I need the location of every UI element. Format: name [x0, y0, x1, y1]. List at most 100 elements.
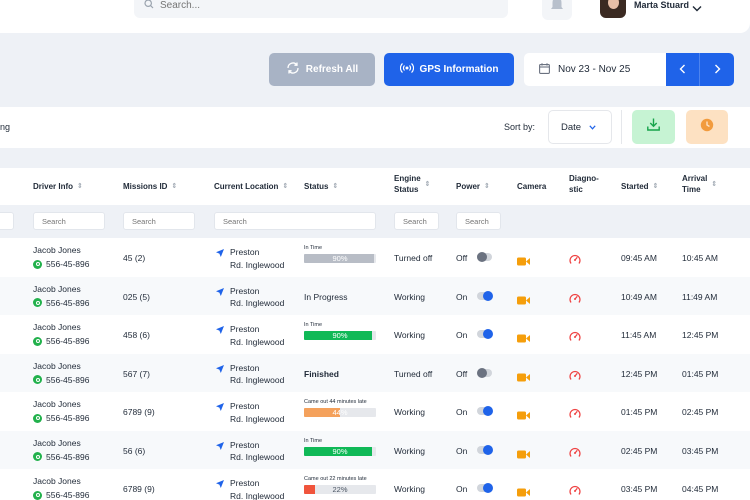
speedometer-icon[interactable]	[569, 291, 581, 309]
location-line-1: Preston	[230, 285, 260, 296]
video-camera-icon[interactable]	[517, 369, 530, 387]
table-row[interactable]: Jacob Jones 556-45-896 6789 (9) Preston Rd. …	[0, 392, 750, 431]
speedometer-icon[interactable]	[569, 252, 581, 270]
video-camera-icon[interactable]	[517, 292, 530, 310]
history-button[interactable]	[686, 110, 728, 144]
mission-id[interactable]: 458 (6)	[123, 330, 150, 340]
mission-id[interactable]: 56 (6)	[123, 446, 145, 456]
video-camera-icon[interactable]	[517, 484, 530, 500]
column-header-power[interactable]: Power ⇕	[456, 181, 490, 192]
date-range-picker[interactable]: Nov 23 - Nov 25	[524, 53, 666, 86]
refresh-all-label: Refresh All	[305, 64, 359, 75]
filter-input-leading[interactable]	[0, 212, 14, 230]
filter-input-power[interactable]	[456, 212, 501, 230]
filter-input-location[interactable]	[214, 212, 376, 230]
speedometer-icon[interactable]	[569, 329, 581, 347]
gps-information-button[interactable]: GPS Information	[384, 53, 514, 86]
calendar-icon	[539, 62, 550, 77]
avatar[interactable]	[600, 0, 626, 18]
power-toggle[interactable]	[477, 444, 493, 455]
next-range-button[interactable]	[700, 53, 734, 86]
column-header-location[interactable]: Current Location ⇕	[214, 181, 288, 192]
column-header-arrival[interactable]: Arrival Time ⇕	[682, 173, 717, 195]
location-line-1: Preston	[230, 439, 260, 450]
filter-input-missions[interactable]	[123, 212, 195, 230]
power-toggle[interactable]	[477, 329, 493, 339]
power-toggle[interactable]	[477, 252, 492, 262]
power-toggle[interactable]	[477, 367, 492, 378]
top-bar: Marta Stuard	[0, 0, 750, 33]
filter-input-engine[interactable]	[394, 212, 439, 230]
search-box[interactable]	[134, 0, 508, 18]
mission-id[interactable]: 6789 (9)	[123, 484, 155, 494]
broadcast-icon	[399, 63, 414, 76]
video-camera-icon[interactable]	[517, 446, 530, 464]
current-location[interactable]: Preston Rd. Inglewood	[216, 362, 284, 387]
driver-phone[interactable]: 556-45-896	[33, 490, 89, 500]
location-line-2: Rd. Inglewood	[230, 413, 285, 424]
sort-icon: ⇕	[171, 183, 178, 190]
power-toggle[interactable]	[477, 290, 493, 301]
power-label: On	[456, 291, 468, 302]
driver-phone[interactable]: 556-45-896	[33, 375, 89, 385]
whatsapp-icon	[33, 259, 42, 269]
current-location[interactable]: Preston Rd. Inglewood	[216, 285, 284, 310]
location-line-2: Rd. Inglewood	[230, 375, 285, 385]
driver-phone[interactable]: 556-45-896	[33, 336, 89, 346]
current-location[interactable]: Preston Rd. Inglewood	[216, 400, 284, 425]
user-name[interactable]: Marta Stuard	[634, 0, 689, 10]
refresh-all-button[interactable]: Refresh All	[269, 53, 375, 86]
column-header-driver[interactable]: Driver Info ⇕	[33, 181, 83, 192]
driver-phone[interactable]: 556-45-896	[33, 259, 89, 269]
mission-id[interactable]: 567 (7)	[123, 369, 150, 379]
table-row[interactable]: Jacob Jones 556-45-896 6789 (9) Preston Rd. …	[0, 469, 750, 500]
arrival-time: 03:45 PM	[682, 445, 719, 456]
progress-label: 22%	[332, 485, 348, 494]
table-row[interactable]: Jacob Jones 556-45-896 56 (6) Preston Rd. In…	[0, 430, 750, 469]
status-text: In Progress	[304, 291, 348, 302]
current-location[interactable]: Preston Rd. Inglewood	[216, 439, 284, 464]
download-button[interactable]	[632, 110, 675, 144]
search-input[interactable]	[160, 0, 460, 11]
phone-number: 556-45-896	[46, 374, 90, 385]
speedometer-icon[interactable]	[569, 368, 581, 386]
video-camera-icon[interactable]	[517, 253, 530, 271]
current-location[interactable]: Preston Rd. Inglewood	[216, 477, 284, 500]
table-row[interactable]: Jacob Jones 556-45-896 567 (7) Preston Rd. I…	[0, 353, 750, 392]
speedometer-icon[interactable]	[569, 445, 581, 463]
speedometer-icon[interactable]	[569, 483, 581, 500]
table-row[interactable]: Jacob Jones 556-45-896 025 (5) Preston Rd. I…	[0, 276, 750, 315]
video-camera-icon[interactable]	[517, 407, 530, 425]
power-toggle[interactable]	[477, 406, 493, 416]
power-label: On	[456, 407, 468, 417]
column-header-engine-status[interactable]: Engine Status ⇕	[394, 173, 431, 195]
chevron-down-icon[interactable]	[692, 0, 702, 18]
driver-phone[interactable]: 556-45-896	[33, 452, 89, 462]
power-label: On	[456, 330, 468, 340]
column-header-started[interactable]: Started ⇕	[621, 181, 658, 192]
filter-input-driver[interactable]	[33, 212, 105, 230]
status-note: Came out 44 minutes late	[304, 399, 367, 405]
power-toggle[interactable]	[477, 483, 493, 493]
previous-range-button[interactable]	[666, 53, 700, 86]
whatsapp-icon	[33, 413, 42, 423]
table-row[interactable]: Jacob Jones 556-45-896 458 (6) Preston Rd. I…	[0, 315, 750, 354]
power-label: Off	[456, 253, 468, 263]
whatsapp-icon	[33, 298, 42, 307]
current-location[interactable]: Preston Rd. Inglewood	[216, 246, 284, 271]
current-location[interactable]: Preston Rd. Inglewood	[216, 323, 284, 348]
column-header-missions[interactable]: Missions ID ⇕	[123, 181, 177, 192]
mission-id[interactable]: 025 (5)	[123, 292, 150, 302]
sort-select[interactable]: Date	[548, 110, 612, 144]
driver-phone[interactable]: 556-45-896	[33, 298, 89, 308]
video-camera-icon[interactable]	[517, 330, 530, 348]
engine-status: Working	[394, 484, 426, 494]
whatsapp-icon	[33, 490, 42, 500]
mission-id[interactable]: 6789 (9)	[123, 407, 155, 417]
driver-phone[interactable]: 556-45-896	[33, 413, 89, 423]
mission-id[interactable]: 45 (2)	[123, 253, 145, 263]
table-row[interactable]: Jacob Jones 556-45-896 45 (2) Preston Rd. In…	[0, 238, 750, 277]
column-header-status[interactable]: Status ⇕	[304, 181, 338, 192]
speedometer-icon[interactable]	[569, 406, 581, 424]
notifications-button[interactable]	[542, 0, 572, 20]
